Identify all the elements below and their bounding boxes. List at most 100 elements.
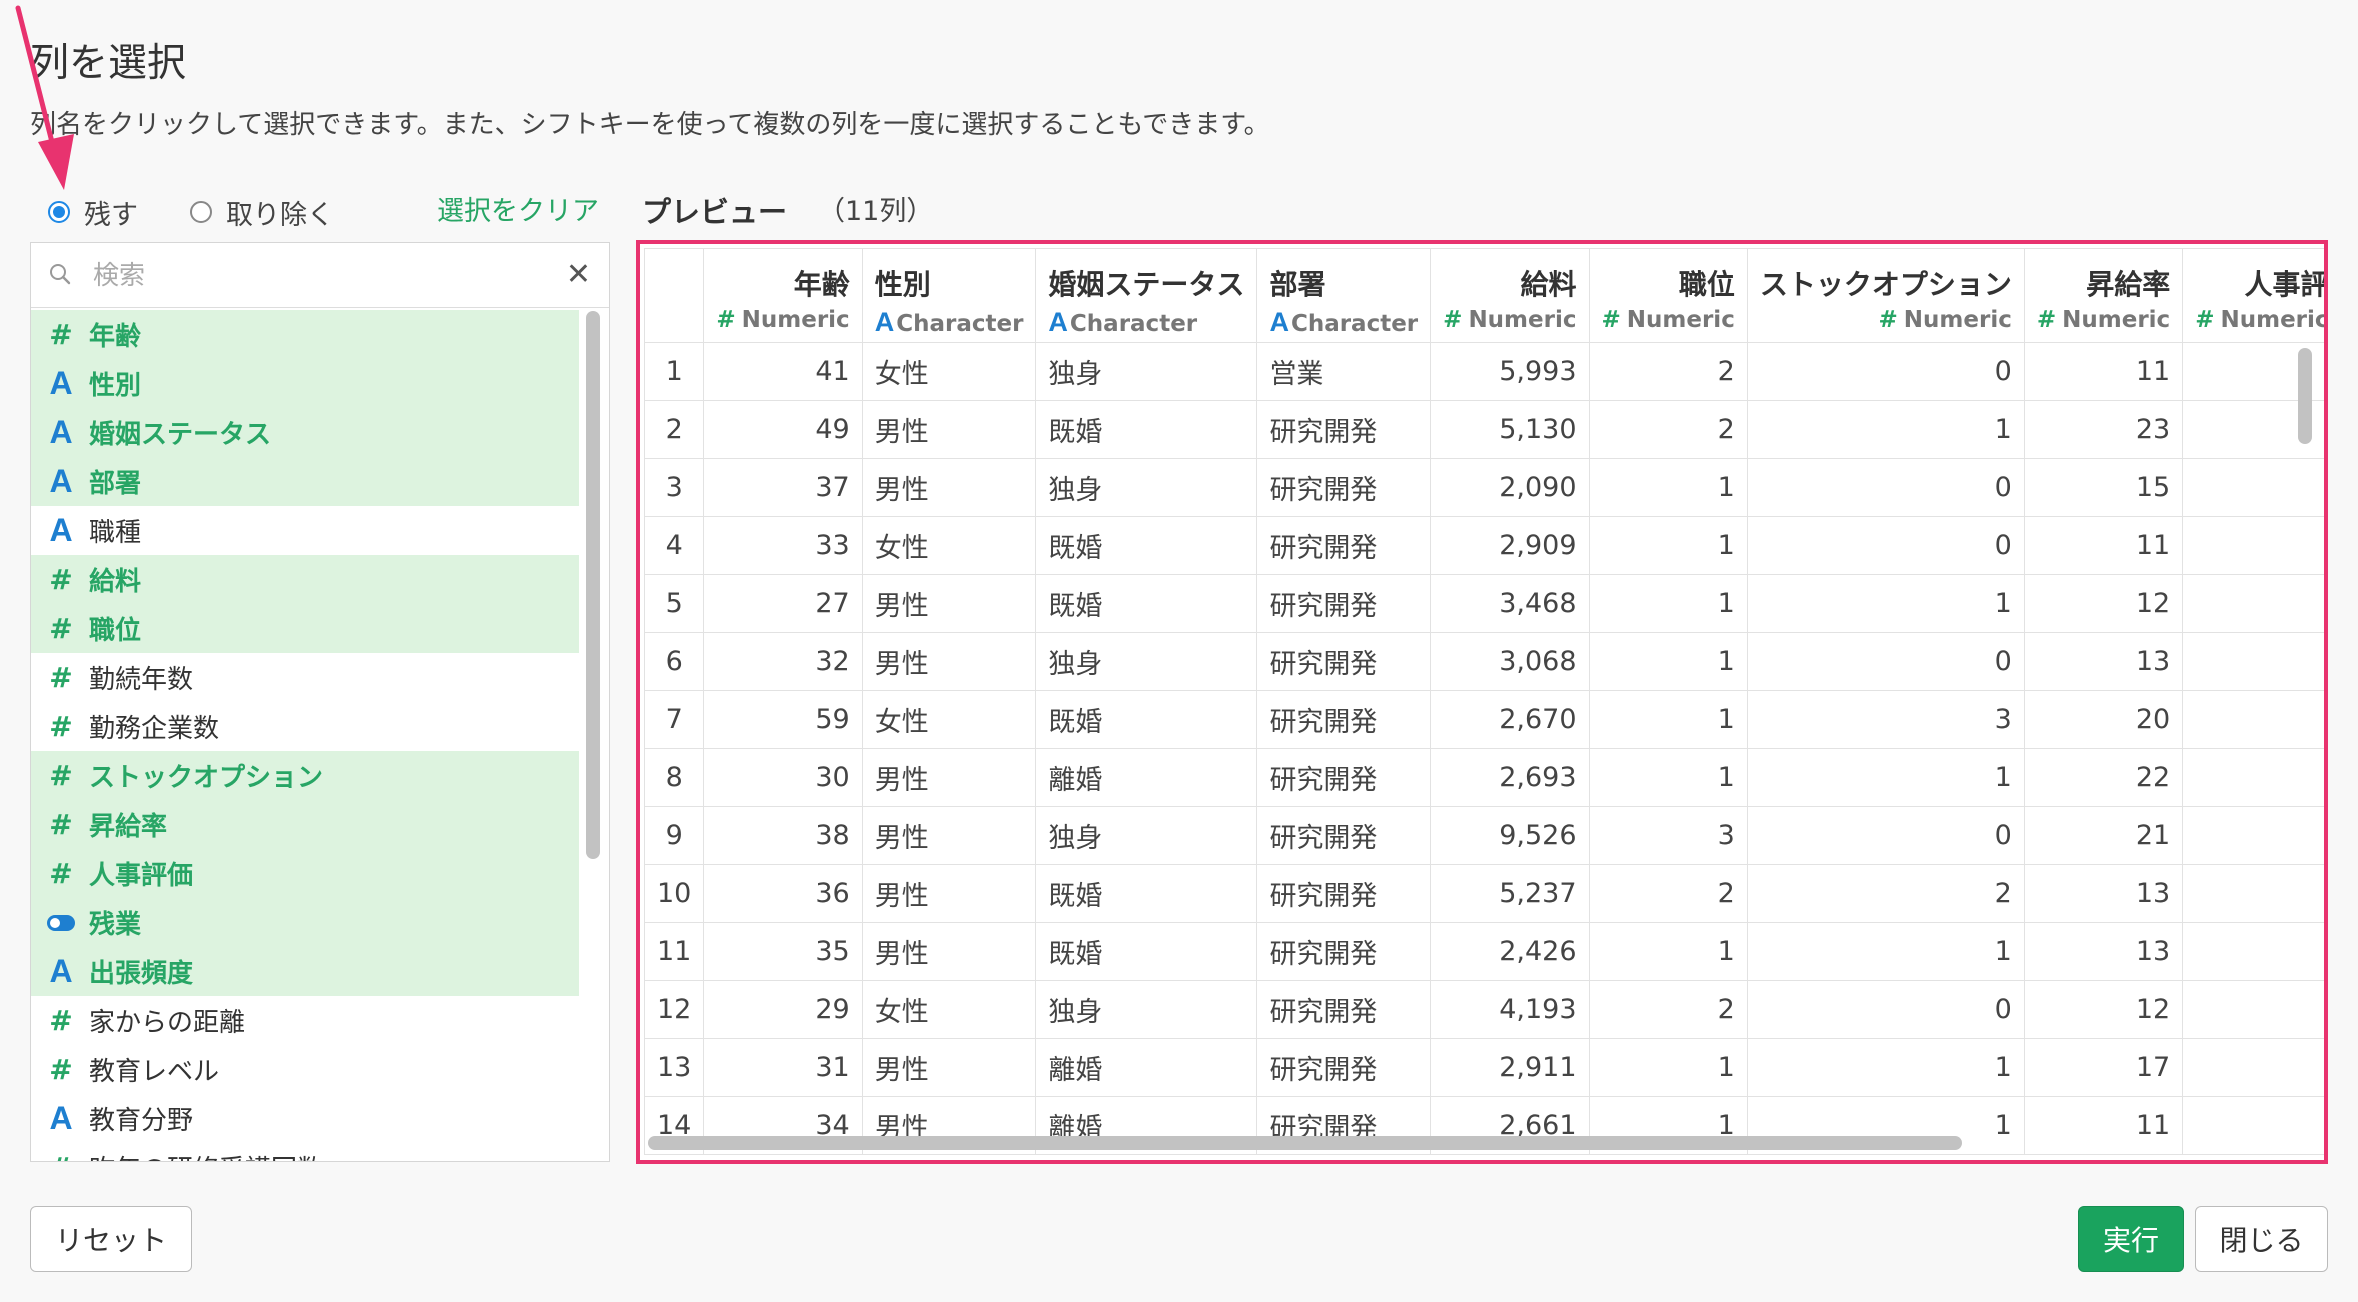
table-cell: 研究開発 (1256, 748, 1432, 807)
column-type-label: Character (1069, 311, 1198, 337)
column-list-item-label: 教育レベル (89, 1057, 220, 1087)
table-row: 12 29 女性 独身 研究開発 4,193 2 0 12 (643, 980, 2324, 1039)
hash-type-icon: # (49, 808, 73, 841)
column-header-type: # Numeric (2037, 307, 2170, 333)
row-number-cell: 2 (643, 400, 705, 459)
table-cell: 2,090 (1430, 458, 1590, 517)
column-list-item-label: 婚姻ステータス (89, 420, 272, 450)
clear-selection-link[interactable]: 選択をクリア (437, 192, 599, 232)
hash-type-icon: # (1878, 307, 1898, 333)
column-header[interactable]: 部署 ACharacter (1256, 248, 1432, 343)
column-list-item[interactable]: # 人事評価 (31, 849, 579, 898)
table-cell: 2 (1588, 342, 1748, 401)
search-bar: ✕ (31, 243, 609, 308)
column-list-item[interactable]: # 昨年の研修受講回数 (31, 1143, 579, 1161)
table-cell: 17 (2023, 1038, 2184, 1097)
preview-column-count: （11列） (818, 196, 934, 227)
table-cell: 12 (2023, 980, 2184, 1039)
table-row: 13 31 男性 離婚 研究開発 2,911 1 1 17 (643, 1038, 2324, 1097)
column-list-item-label: 勤務企業数 (89, 714, 220, 744)
column-type-label: Numeric (2062, 307, 2171, 333)
column-list-scrollbar[interactable] (586, 311, 600, 859)
column-header[interactable]: ストックオプション # Numeric (1746, 248, 2025, 343)
table-cell (2182, 1038, 2324, 1097)
table-row: 1 41 女性 独身 営業 5,993 2 0 11 (643, 342, 2324, 401)
table-cell: 9,526 (1430, 806, 1590, 865)
remove-radio[interactable] (190, 201, 212, 223)
column-list-item[interactable]: # 年齢 (31, 310, 579, 359)
column-header[interactable]: 年齢 # Numeric (703, 248, 863, 343)
column-list-item[interactable]: # 勤務企業数 (31, 702, 579, 751)
table-cell: 31 (703, 1038, 863, 1097)
column-list-item[interactable]: # 昇給率 (31, 800, 579, 849)
column-list-item[interactable]: # 給料 (31, 555, 579, 604)
row-number-cell: 10 (643, 864, 705, 923)
table-cell (2182, 864, 2324, 923)
run-button[interactable]: 実行 (2078, 1206, 2184, 1272)
column-header[interactable]: 昇給率 # Numeric (2023, 248, 2184, 343)
hash-type-icon: # (49, 612, 73, 645)
reset-button[interactable]: リセット (30, 1206, 192, 1272)
table-cell: 36 (703, 864, 863, 923)
column-list-item-label: 年齢 (89, 322, 142, 352)
table-cell: 5,130 (1430, 400, 1590, 459)
preview-table-panel: 年齢 # Numeric 性別 ACharacter 婚姻ステータス ACharacter 部… (636, 240, 2328, 1164)
keep-radio[interactable] (48, 201, 70, 223)
table-cell (2182, 980, 2324, 1039)
character-type-icon: A (49, 414, 73, 450)
table-cell: 既婚 (1035, 690, 1258, 749)
keep-radio-label[interactable]: 残す (84, 193, 138, 232)
close-button[interactable]: 閉じる (2195, 1206, 2328, 1272)
table-cell: 研究開発 (1256, 574, 1432, 633)
column-list-item-label: 部署 (89, 469, 142, 499)
column-list-item[interactable]: # 教育レベル (31, 1045, 579, 1094)
row-number-cell: 9 (643, 806, 705, 865)
table-cell: 独身 (1035, 980, 1258, 1039)
row-number-cell: 5 (643, 574, 705, 633)
column-list-item[interactable]: A 教育分野 (31, 1094, 579, 1143)
column-list-item[interactable]: A 部署 (31, 457, 579, 506)
table-cell: 男性 (861, 632, 1037, 691)
column-list-item-label: 昇給率 (89, 812, 168, 842)
column-header[interactable]: 給料 # Numeric (1430, 248, 1590, 343)
table-cell: 既婚 (1035, 574, 1258, 633)
column-list-item[interactable]: 残業 (31, 898, 579, 947)
column-header-name: 職位 (1678, 268, 1735, 301)
remove-radio-label[interactable]: 取り除く (226, 193, 334, 232)
column-header[interactable]: 性別 ACharacter (861, 248, 1037, 343)
column-list-item[interactable]: # ストックオプション (31, 751, 579, 800)
table-row: 7 59 女性 既婚 研究開発 2,670 1 3 20 (643, 690, 2324, 749)
hash-type-icon: # (49, 1053, 73, 1086)
table-cell: 2,426 (1430, 922, 1590, 981)
column-header[interactable]: 人事評 # Numeric (2182, 248, 2324, 343)
table-cell: 2,909 (1430, 516, 1590, 575)
search-input[interactable] (91, 255, 535, 297)
table-row: 10 36 男性 既婚 研究開発 5,237 2 2 13 (643, 864, 2324, 923)
column-list-item[interactable]: # 家からの距離 (31, 996, 579, 1045)
table-cell: 研究開発 (1256, 864, 1432, 923)
preview-vertical-scrollbar[interactable] (2298, 348, 2312, 444)
column-list-item[interactable]: # 勤続年数 (31, 653, 579, 702)
column-header[interactable]: 職位 # Numeric (1588, 248, 1748, 343)
column-header[interactable]: 婚姻ステータス ACharacter (1035, 248, 1258, 343)
column-list-item[interactable]: A 出張頻度 (31, 947, 579, 996)
column-list-item[interactable]: # 職位 (31, 604, 579, 653)
hash-type-icon: # (716, 307, 736, 333)
character-type-icon: A (874, 307, 895, 337)
table-cell: 男性 (861, 400, 1037, 459)
character-type-icon: A (49, 1100, 73, 1136)
column-list-item[interactable]: A 性別 (31, 359, 579, 408)
column-list-item[interactable]: A 職種 (31, 506, 579, 555)
clear-search-icon[interactable]: ✕ (566, 257, 591, 293)
hash-type-icon: # (49, 857, 73, 890)
table-cell: 研究開発 (1256, 690, 1432, 749)
column-list-item[interactable]: A 婚姻ステータス (31, 408, 579, 457)
table-cell: 27 (703, 574, 863, 633)
dialog-description: 列名をクリックして選択できます。また、シフトキーを使って複数の列を一度に選択する… (30, 110, 1270, 140)
table-cell: 0 (1746, 342, 2025, 401)
column-header-type: # Numeric (716, 307, 849, 333)
table-cell: 1 (1746, 1038, 2025, 1097)
table-cell: 研究開発 (1256, 922, 1432, 981)
table-cell: 1 (1588, 574, 1748, 633)
preview-horizontal-scrollbar[interactable] (648, 1136, 1962, 1150)
